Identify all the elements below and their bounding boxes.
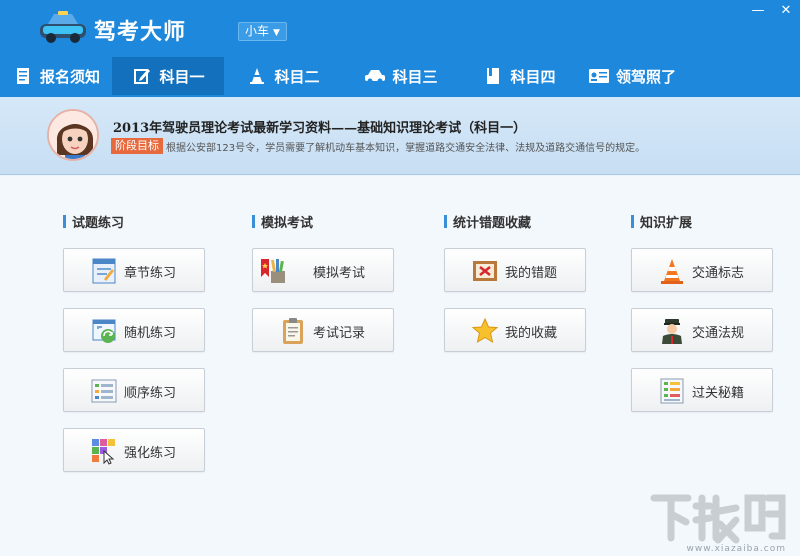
tab-label: 科目一 [159, 67, 205, 86]
section-accent-bar [444, 214, 447, 228]
exam-records-button[interactable]: 考试记录 [252, 308, 394, 352]
mock-exam-button[interactable]: 模拟考试 [252, 248, 394, 292]
banner-title: 2013年驾驶员理论考试最新学习资料——基础知识理论考试（科目一） [113, 121, 527, 136]
my-favorites-button[interactable]: 我的收藏 [444, 308, 586, 352]
tab-get-license[interactable]: 领驾照了 [578, 57, 686, 95]
traffic-cone-icon [661, 259, 683, 284]
app-title: 驾考大师 [94, 20, 187, 45]
chapter-practice-button[interactable]: 章节练习 [63, 248, 205, 292]
section-accent-bar [63, 214, 66, 228]
edit-icon [131, 67, 153, 85]
chapter-doc-icon [92, 258, 116, 284]
car-icon [364, 67, 386, 85]
stage-goal-badge: 阶段目标 [111, 138, 163, 154]
tab-label: 科目四 [510, 67, 556, 86]
random-practice-button[interactable]: 随机练习 [63, 308, 205, 352]
doc-icon [12, 67, 34, 85]
grid-cursor-icon [92, 439, 115, 465]
tab-label: 领驾照了 [615, 67, 676, 86]
sequential-practice-button[interactable]: 顺序练习 [63, 368, 205, 412]
book-icon [482, 67, 504, 85]
title-bar: 驾考大师 小车 ▼ — ✕ 报名须知 科目一 科目二 科目三 科目四 领驾照了 [0, 0, 800, 97]
xiazaiba-watermark-logo [650, 494, 786, 544]
tab-label: 报名须知 [39, 67, 100, 86]
section-header: 试题练习 [63, 212, 205, 231]
subject-banner: 2013年驾驶员理论考试最新学习资料——基础知识理论考试（科目一） 阶段目标 根… [0, 97, 800, 175]
car-logo-icon [40, 11, 86, 43]
vehicle-type-select[interactable]: 小车 ▼ [238, 22, 287, 41]
section-statistics: 统计错题收藏 我的错题 我的收藏 [444, 212, 586, 368]
section-title: 统计错题收藏 [453, 215, 532, 231]
stage-goal-description: 根据公安部123号令，学员需要了解机动车基本知识，掌握道路交通安全法律、法规及道… [166, 143, 646, 154]
section-accent-bar [252, 214, 255, 228]
tab-subject-4[interactable]: 科目四 [460, 57, 578, 95]
wrong-frame-icon [473, 261, 497, 281]
intensive-practice-button[interactable]: 强化练习 [63, 428, 205, 472]
button-label: 章节练习 [124, 266, 177, 281]
tab-subject-1[interactable]: 科目一 [112, 57, 224, 95]
close-button[interactable]: ✕ [772, 0, 800, 22]
traffic-signs-button[interactable]: 交通标志 [631, 248, 773, 292]
pencil-cup-icon [261, 259, 285, 283]
button-label: 交通法规 [692, 326, 745, 341]
main-content: 试题练习 章节练习 随机练习 顺序练习 强化练习 模拟考试 模拟考试 考试记录 … [0, 176, 800, 556]
tab-label: 科目二 [274, 67, 320, 86]
license-icon [588, 67, 610, 85]
button-label: 随机练习 [124, 326, 177, 341]
section-header: 模拟考试 [252, 212, 394, 231]
tab-registration[interactable]: 报名须知 [0, 57, 112, 95]
my-mistakes-button[interactable]: 我的错题 [444, 248, 586, 292]
tab-subject-3[interactable]: 科目三 [342, 57, 460, 95]
watermark-url: www.xiazaiba.com [686, 544, 786, 554]
section-mock-exam: 模拟考试 模拟考试 考试记录 [252, 212, 394, 368]
section-title: 知识扩展 [640, 215, 693, 231]
section-header: 统计错题收藏 [444, 212, 586, 231]
button-label: 强化练习 [124, 446, 177, 461]
section-knowledge: 知识扩展 交通标志 交通法规 过关秘籍 [631, 212, 773, 428]
checklist-icon [660, 378, 684, 404]
pass-secrets-button[interactable]: 过关秘籍 [631, 368, 773, 412]
vehicle-select-value: 小车 [245, 24, 270, 38]
tab-label: 科目三 [392, 67, 438, 86]
cone-icon [246, 67, 268, 85]
section-accent-bar [631, 214, 634, 228]
button-label: 交通标志 [692, 266, 745, 281]
dropdown-caret-icon: ▼ [273, 28, 280, 38]
button-label: 过关秘籍 [692, 386, 745, 401]
traffic-police-icon [662, 319, 682, 344]
instructor-avatar [47, 109, 99, 161]
section-title: 试题练习 [72, 215, 125, 231]
button-label: 顺序练习 [124, 386, 177, 401]
button-label: 模拟考试 [313, 266, 366, 281]
main-nav: 报名须知 科目一 科目二 科目三 科目四 领驾照了 [0, 57, 686, 95]
window-controls: — ✕ [744, 0, 800, 22]
star-icon [471, 317, 499, 344]
button-label: 考试记录 [313, 326, 366, 341]
clipboard-icon [283, 318, 303, 344]
ordered-list-icon [91, 379, 117, 403]
tab-subject-2[interactable]: 科目二 [224, 57, 342, 95]
shuffle-table-icon [92, 319, 116, 343]
minimize-button[interactable]: — [744, 0, 772, 22]
section-header: 知识扩展 [631, 212, 773, 231]
section-practice: 试题练习 章节练习 随机练习 顺序练习 强化练习 [63, 212, 205, 488]
section-title: 模拟考试 [261, 215, 314, 231]
button-label: 我的收藏 [505, 326, 558, 341]
traffic-laws-button[interactable]: 交通法规 [631, 308, 773, 352]
button-label: 我的错题 [505, 266, 558, 281]
